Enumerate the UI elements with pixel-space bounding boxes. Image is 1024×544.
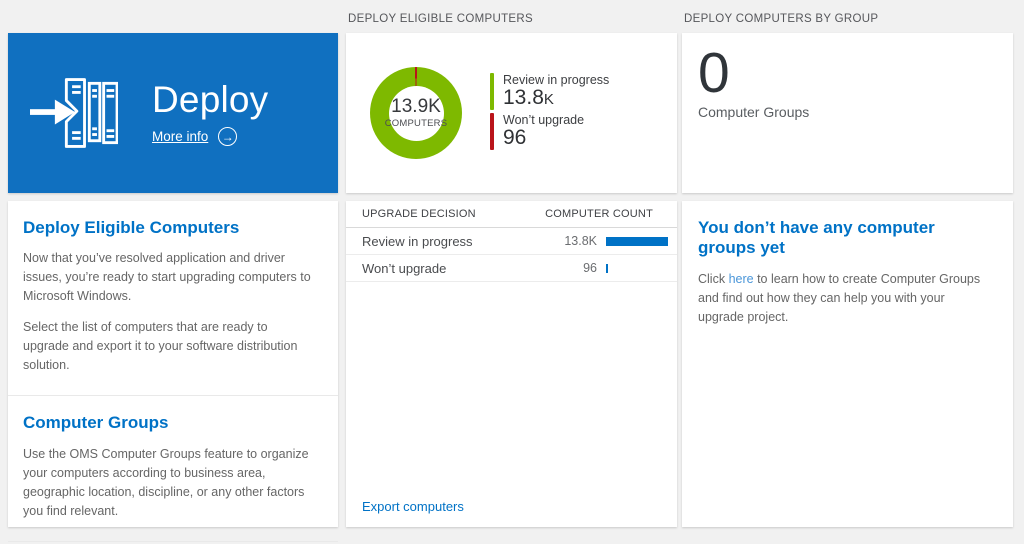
- no-groups-heading: You don’t have any computer groups yet: [698, 218, 991, 258]
- donut-center: 13.9K COMPUTERS: [389, 86, 444, 141]
- more-info-link[interactable]: More info: [152, 129, 208, 144]
- table-row[interactable]: Review in progress 13.8K: [346, 228, 677, 255]
- legend-item-review-in-progress: Review in progress 13.8K: [490, 73, 609, 110]
- section-heading: Deploy Eligible Computers: [23, 218, 314, 238]
- chart-legend: Review in progress 13.8K Won’t upgrade 9…: [490, 73, 609, 153]
- row-label: Review in progress: [362, 234, 551, 249]
- row-bar-track: [606, 264, 668, 273]
- legend-value: 13.8K: [503, 87, 609, 110]
- section-heading: Computer Groups: [23, 413, 314, 433]
- row-label: Won’t upgrade: [362, 261, 551, 276]
- deploy-dashboard: Deploy More info → Deploy Eligible Compu…: [0, 0, 1024, 544]
- legend-item-wont-upgrade: Won’t upgrade 96: [490, 113, 609, 150]
- column-header-computer-count: COMPUTER COUNT: [545, 208, 653, 220]
- donut-center-label: COMPUTERS: [385, 118, 448, 129]
- section-paragraph: Use the OMS Computer Groups feature to o…: [23, 445, 314, 521]
- row-count: 96: [551, 261, 597, 275]
- deploy-tile[interactable]: Deploy More info →: [8, 33, 338, 193]
- row-bar: [606, 264, 608, 273]
- no-groups-text: Click here to learn how to create Comput…: [698, 270, 991, 327]
- left-column: Deploy More info → Deploy Eligible Compu…: [8, 0, 338, 544]
- section-paragraph: Now that you’ve resolved application and…: [23, 249, 314, 306]
- column-header-upgrade-decision: UPGRADE DECISION: [362, 208, 476, 220]
- row-count: 13.8K: [551, 234, 597, 248]
- legend-value: 96: [503, 127, 584, 150]
- arrow-right-circle-icon[interactable]: →: [218, 127, 237, 146]
- tile-text: Deploy More info →: [152, 80, 268, 147]
- group-count-value: 0: [698, 45, 997, 102]
- legend-swatch-red: [490, 113, 494, 150]
- row-bar: [606, 237, 668, 246]
- middle-column: DEPLOY ELIGIBLE COMPUTERS 13.9K COMPUTER…: [346, 0, 677, 544]
- table-spacer: [346, 282, 677, 499]
- table-header-row: UPGRADE DECISION COMPUTER COUNT: [346, 201, 677, 228]
- here-link[interactable]: here: [729, 272, 754, 286]
- deploy-computers-by-group-header: DEPLOY COMPUTERS BY GROUP: [682, 0, 1013, 33]
- group-count-label: Computer Groups: [698, 104, 997, 120]
- more-info-row: More info →: [152, 127, 268, 146]
- export-computers-link[interactable]: Export computers: [362, 499, 464, 514]
- deploy-eligible-computers-header: DEPLOY ELIGIBLE COMPUTERS: [346, 0, 677, 33]
- tile-title: Deploy: [152, 80, 268, 121]
- donut-center-value: 13.9K: [391, 97, 441, 117]
- deploy-arrow-servers-icon: [30, 74, 118, 152]
- legend-label: Review in progress: [503, 73, 609, 87]
- legend-label: Won’t upgrade: [503, 113, 584, 127]
- table-row[interactable]: Won’t upgrade 96: [346, 255, 677, 282]
- computer-groups-count-card: 0 Computer Groups: [682, 33, 1013, 193]
- no-groups-card: You don’t have any computer groups yet C…: [682, 201, 1013, 527]
- deploy-description-card: Deploy Eligible Computers Now that you’v…: [8, 201, 338, 527]
- eligible-computers-chart-card: 13.9K COMPUTERS Review in progress 13.8K…: [346, 33, 677, 193]
- legend-swatch-green: [490, 73, 494, 110]
- row-bar-track: [606, 237, 668, 246]
- left-column-header: [8, 0, 338, 33]
- computer-groups-section: Computer Groups Use the OMS Computer Gro…: [8, 396, 338, 541]
- donut-chart[interactable]: 13.9K COMPUTERS: [370, 67, 462, 159]
- upgrade-decision-table-card: UPGRADE DECISION COMPUTER COUNT Review i…: [346, 201, 677, 527]
- deploy-eligible-section: Deploy Eligible Computers Now that you’v…: [8, 201, 338, 396]
- right-column: DEPLOY COMPUTERS BY GROUP 0 Computer Gro…: [682, 0, 1013, 544]
- section-paragraph: Select the list of computers that are re…: [23, 318, 314, 375]
